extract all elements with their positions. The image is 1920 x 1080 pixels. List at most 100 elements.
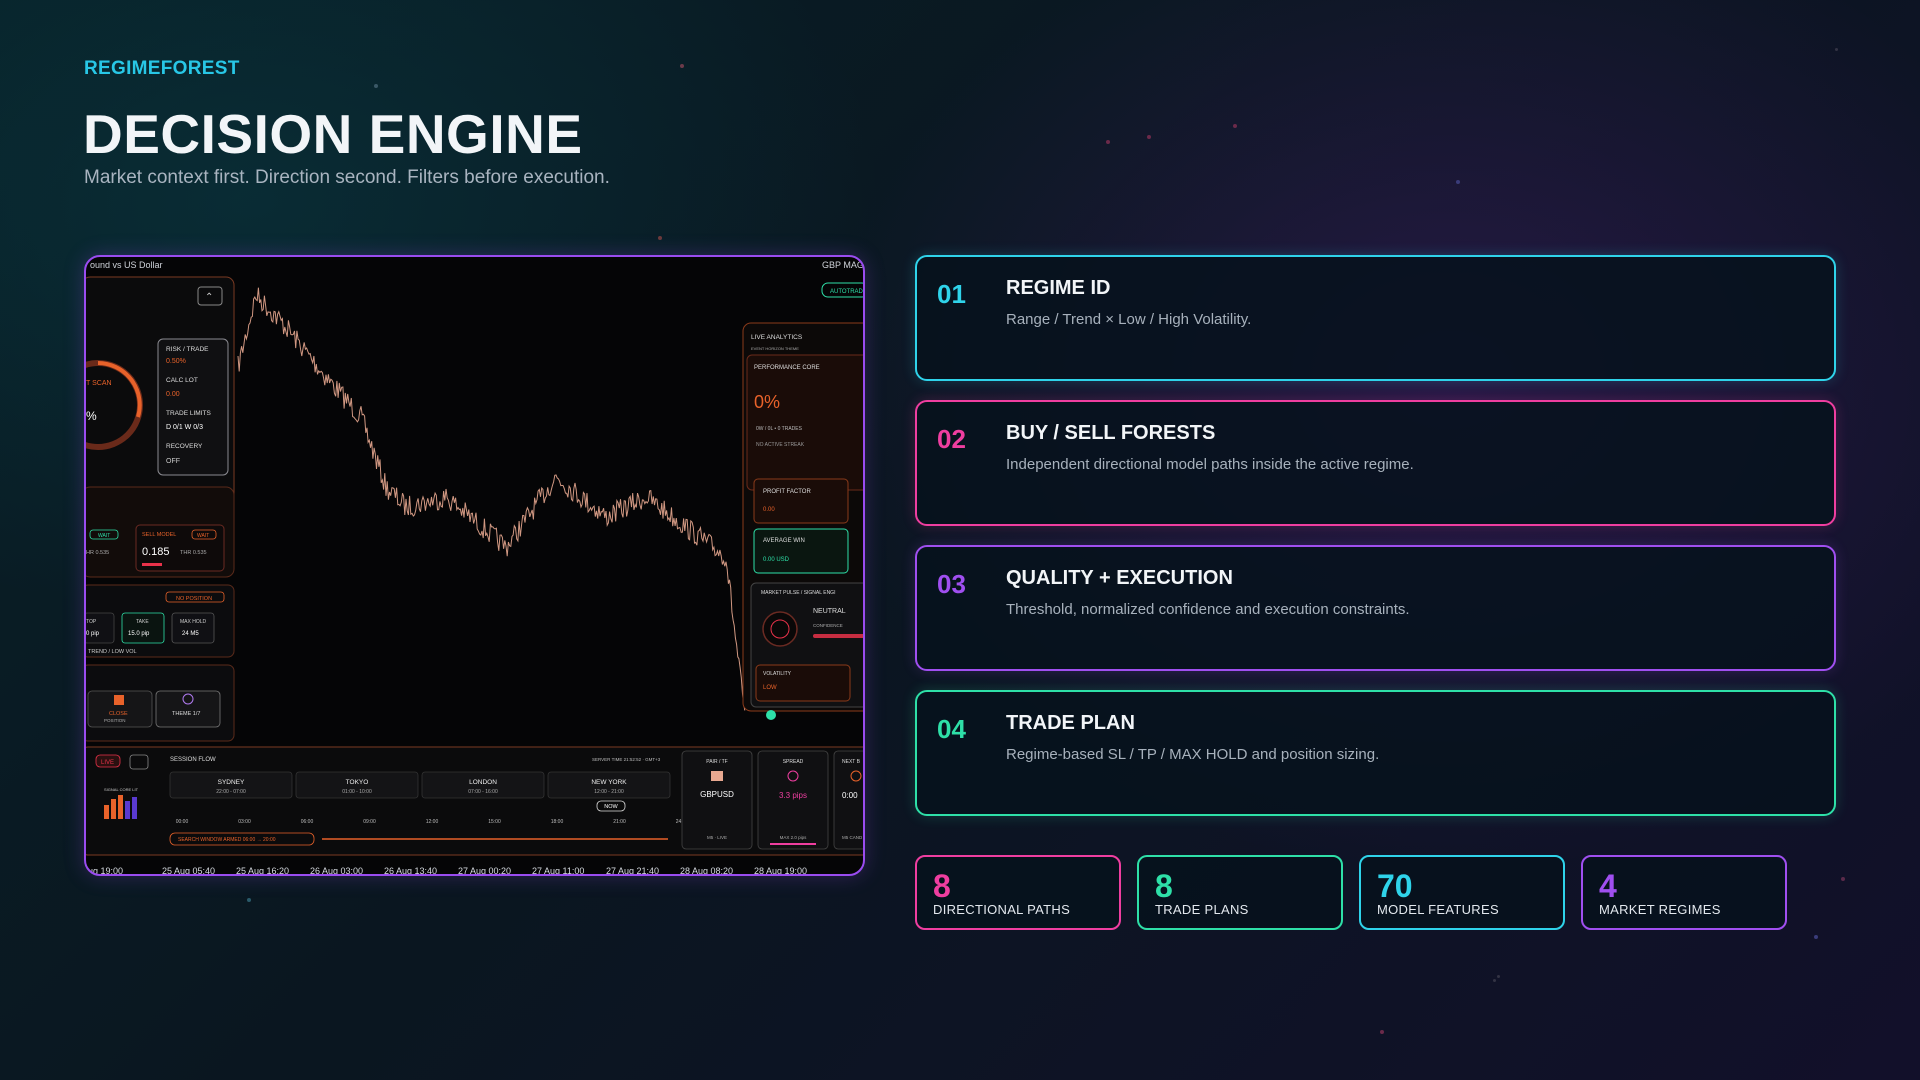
stat-value: 70	[1377, 868, 1413, 904]
svg-text:WAIT: WAIT	[98, 533, 110, 539]
background-star	[1835, 48, 1838, 51]
stat-value: 8	[933, 868, 951, 904]
stat-label: MODEL FEATURES	[1377, 902, 1499, 917]
confidence-bar	[813, 634, 863, 638]
time-axis-label: 27 Aug 21:40	[606, 866, 659, 876]
background-star	[1814, 935, 1818, 939]
svg-text:M5 CAND: M5 CAND	[842, 835, 863, 840]
step-title: REGIME ID	[1006, 277, 1111, 299]
step-card-regime-id: 01 REGIME ID Range / Trend × Low / High …	[915, 255, 1836, 381]
step-description: Regime-based SL / TP / MAX HOLD and posi…	[1006, 746, 1380, 763]
page-subtitle: Market context first. Direction second. …	[84, 167, 610, 188]
scan-label: T SCAN	[86, 380, 112, 387]
background-star	[658, 236, 662, 240]
svg-text:SESSION FLOW: SESSION FLOW	[170, 757, 216, 763]
svg-text:LONDON: LONDON	[469, 779, 497, 786]
page-title: DECISION ENGINE	[83, 103, 583, 165]
time-axis-label: 26 Aug 03:00	[310, 866, 363, 876]
svg-text:TOKYO: TOKYO	[346, 779, 369, 786]
svg-text:SIGNAL CORE LIT: SIGNAL CORE LIT	[104, 787, 139, 792]
svg-text:07:00 - 16:00: 07:00 - 16:00	[468, 789, 498, 795]
step-description: Range / Trend × Low / High Volatility.	[1006, 311, 1252, 328]
svg-text:MAX 2.0 pips: MAX 2.0 pips	[780, 835, 808, 840]
svg-text:RECOVERY: RECOVERY	[166, 443, 203, 450]
spread-bar	[770, 843, 816, 845]
time-axis-label: 26 Aug 13:40	[384, 866, 437, 876]
time-axis: ug 19:00 25 Aug 05:40 25 Aug 16:20 26 Aug 0…	[88, 866, 807, 876]
brand-label: REGIMEFOREST	[84, 58, 240, 79]
model-signal-panel: SELL MODEL 0.185 THR 0.535 WAIT WAIT HR …	[86, 486, 235, 578]
background-star	[374, 84, 378, 88]
svg-text:CONFIDENCE: CONFIDENCE	[813, 623, 843, 628]
signal-bar	[118, 795, 123, 819]
svg-text:VOLATILITY: VOLATILITY	[763, 671, 792, 677]
svg-text:0.50%: 0.50%	[166, 358, 186, 365]
svg-text:GBPUSD: GBPUSD	[700, 790, 734, 799]
svg-text:NEXT B: NEXT B	[842, 759, 861, 765]
svg-text:POSITION: POSITION	[104, 718, 126, 723]
svg-text:NO POSITION: NO POSITION	[176, 596, 212, 602]
background-star	[247, 898, 251, 902]
step-description: Independent directional model paths insi…	[1006, 456, 1414, 473]
autotrade-label: AUTOTRAD	[830, 289, 864, 295]
signal-bar	[125, 801, 130, 819]
svg-text:NO ACTIVE STREAK: NO ACTIVE STREAK	[756, 442, 805, 448]
time-axis-label: 28 Aug 19:00	[754, 866, 807, 876]
background-star	[1233, 124, 1237, 128]
stat-value: 8	[1155, 868, 1173, 904]
step-number: 03	[937, 569, 966, 599]
step-number: 04	[937, 714, 966, 744]
top-right-label: GBP MAG	[822, 260, 864, 270]
svg-text:RISK / TRADE: RISK / TRADE	[166, 346, 209, 353]
time-axis-label: 28 Aug 08:20	[680, 866, 733, 876]
svg-text:EVENT HORIZON THEME: EVENT HORIZON THEME	[751, 346, 799, 351]
svg-text:LIVE: LIVE	[101, 760, 114, 766]
svg-text:THR 0.535: THR 0.535	[180, 550, 207, 556]
svg-text:0.00 USD: 0.00 USD	[763, 557, 790, 563]
hour-tick-label: 21:00	[613, 819, 626, 825]
hour-tick-label: 03:00	[238, 819, 251, 825]
terminal-graphic: ound vs US Dollar GBP MAG AUTOTRAD ⌃ T S…	[86, 260, 864, 876]
step-number: 01	[937, 279, 966, 309]
stat-label: DIRECTIONAL PATHS	[933, 902, 1071, 917]
svg-text:NOW: NOW	[604, 804, 618, 810]
stop-icon	[114, 695, 124, 705]
stat-market-regimes: 4 MARKET REGIMES	[1581, 855, 1787, 930]
stat-model-features: 70 MODEL FEATURES	[1359, 855, 1565, 930]
trading-terminal-screenshot: ound vs US Dollar GBP MAG AUTOTRAD ⌃ T S…	[84, 255, 865, 876]
background-star	[1497, 975, 1500, 978]
time-axis-label: 27 Aug 00:20	[458, 866, 511, 876]
stat-trade-plans: 8 TRADE PLANS	[1137, 855, 1343, 930]
time-axis-label: 25 Aug 16:20	[236, 866, 289, 876]
svg-text:SYDNEY: SYDNEY	[218, 779, 245, 786]
svg-text:LOW: LOW	[763, 685, 777, 691]
background-star	[1456, 180, 1460, 184]
svg-text:CALC LOT: CALC LOT	[166, 377, 198, 384]
svg-text:MARKET PULSE / SIGNAL ENGI: MARKET PULSE / SIGNAL ENGI	[761, 590, 835, 596]
stat-label: TRADE PLANS	[1155, 902, 1249, 917]
svg-text:0.185: 0.185	[142, 546, 170, 558]
svg-text:NEUTRAL: NEUTRAL	[813, 608, 846, 615]
theme-button[interactable]	[155, 690, 221, 728]
background-star	[1106, 140, 1110, 144]
svg-text:MAX HOLD: MAX HOLD	[180, 619, 207, 625]
svg-text:WAIT: WAIT	[197, 533, 209, 539]
trade-plan-panel: NO POSITION TOP 0 pip TAKE 15.0 pip MAX …	[86, 584, 235, 658]
svg-text:AVERAGE WIN: AVERAGE WIN	[763, 538, 805, 544]
hour-tick-label: 00:00	[176, 819, 189, 825]
svg-text:22:00 - 07:00: 22:00 - 07:00	[216, 789, 246, 795]
svg-text:TAKE: TAKE	[136, 619, 149, 625]
pair-title: ound vs US Dollar	[90, 260, 163, 270]
svg-text:0W / 0L • 0 TRADES: 0W / 0L • 0 TRADES	[756, 426, 803, 432]
stat-label: MARKET REGIMES	[1599, 902, 1721, 917]
time-axis-label: 25 Aug 05:40	[162, 866, 215, 876]
svg-text:TOP: TOP	[86, 619, 97, 625]
svg-text:01:00 - 10:00: 01:00 - 10:00	[342, 789, 372, 795]
svg-text:HR 0.535: HR 0.535	[86, 550, 109, 556]
svg-text:PERFORMANCE CORE: PERFORMANCE CORE	[754, 365, 820, 371]
time-axis-label: 27 Aug 11:00	[532, 866, 584, 876]
chevron-up-icon: ⌃	[205, 292, 213, 303]
svg-text:M5 · LIVE: M5 · LIVE	[707, 835, 727, 840]
svg-text:0.00: 0.00	[166, 391, 180, 398]
time-axis-label: ug 19:00	[88, 866, 123, 876]
